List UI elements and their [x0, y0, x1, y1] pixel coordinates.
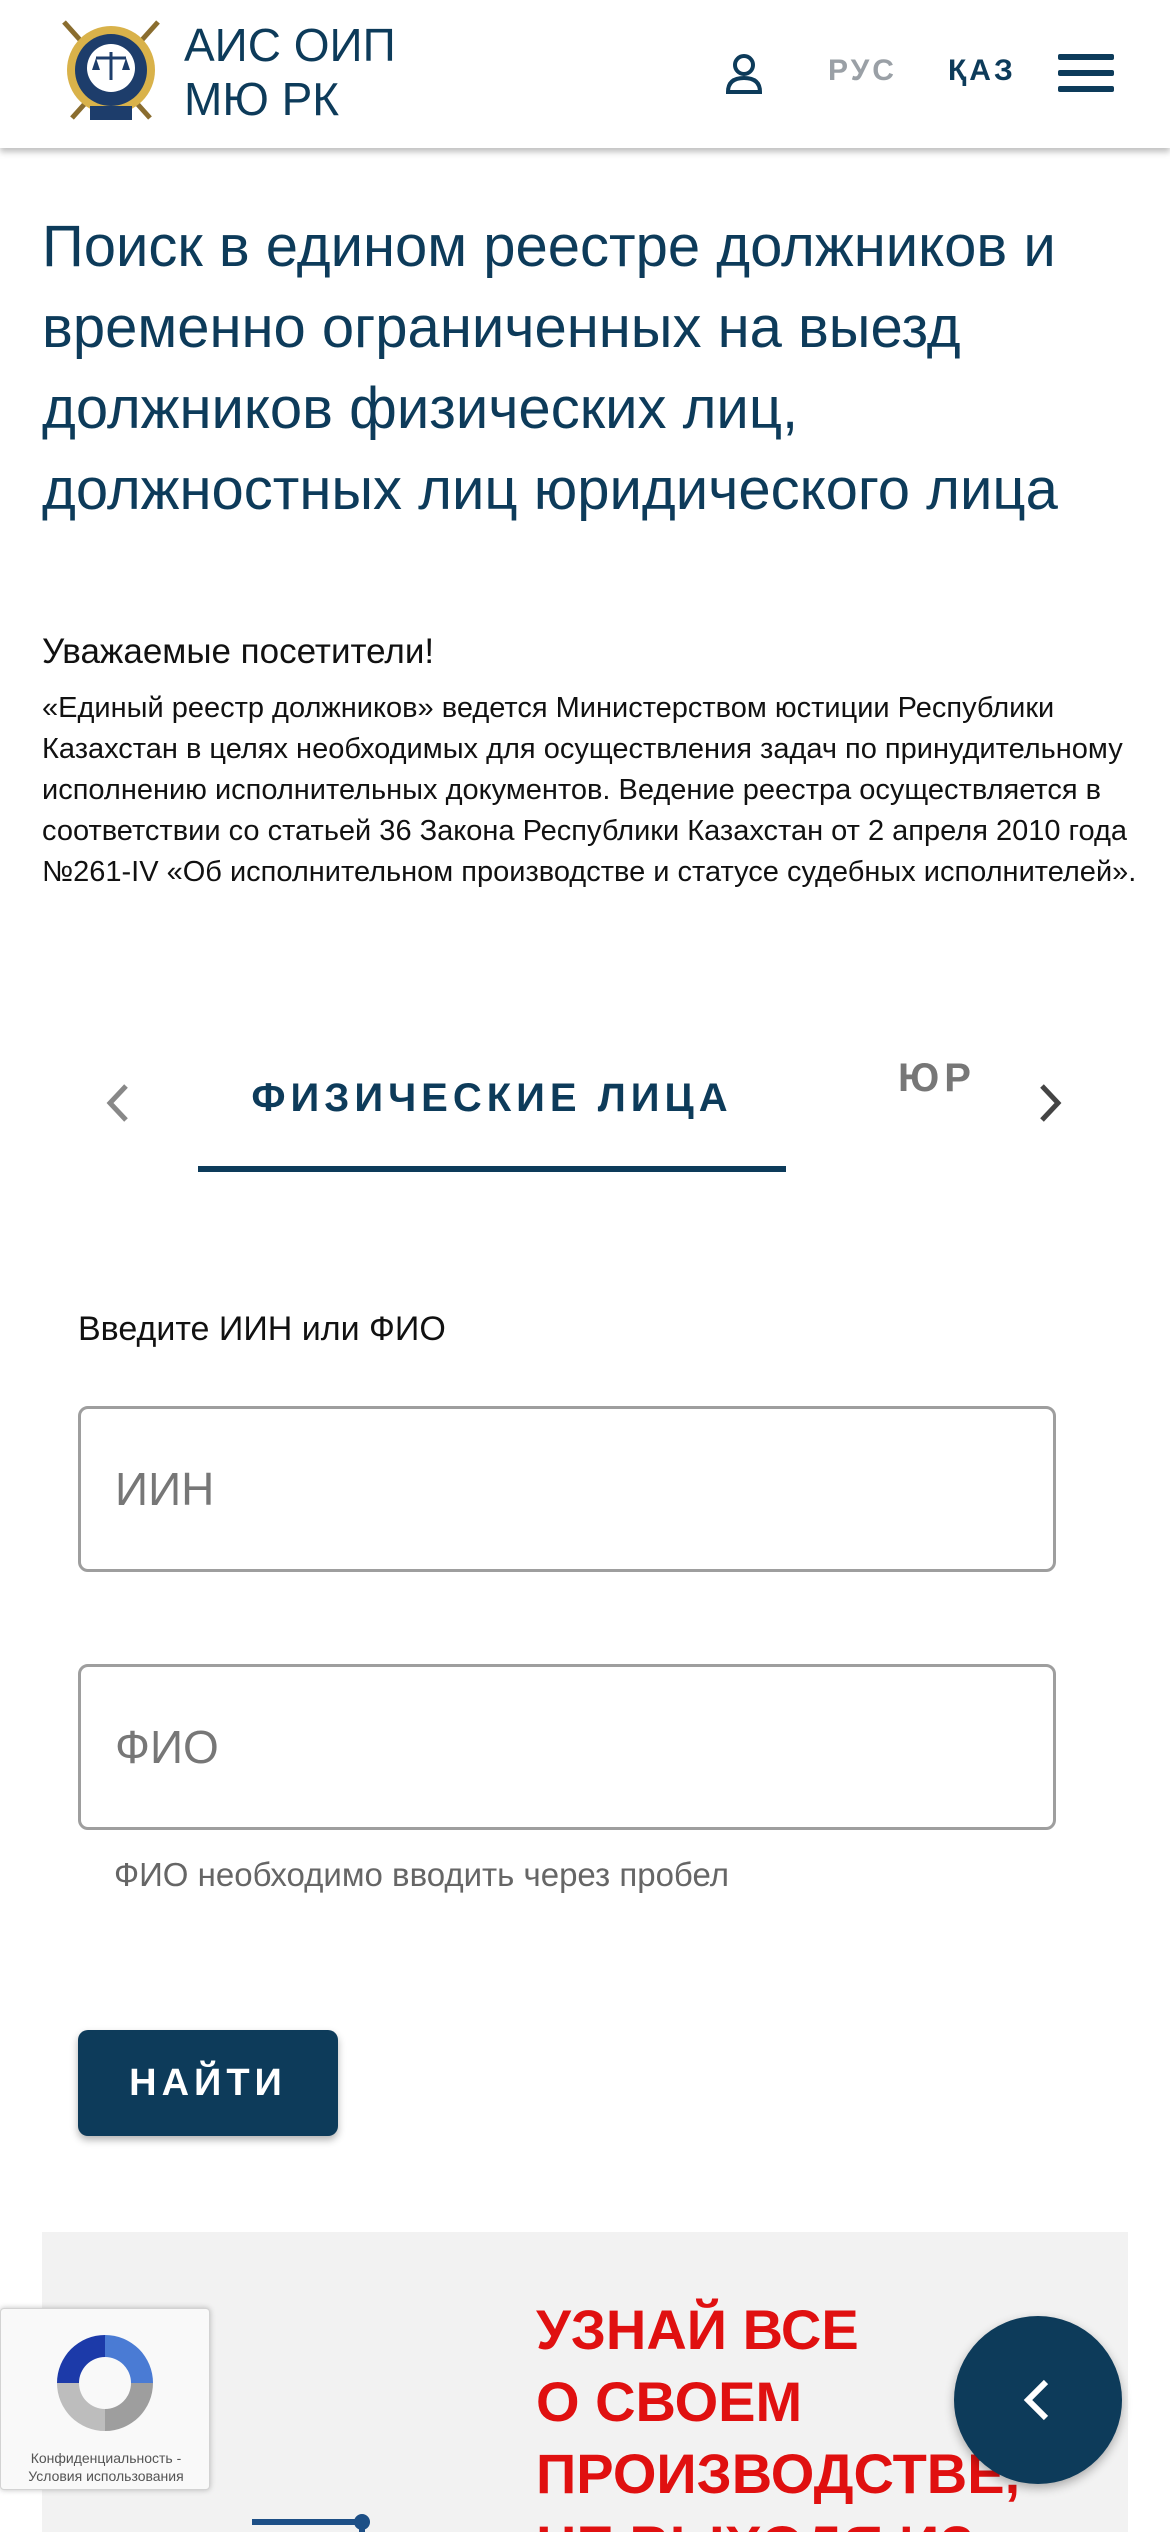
- recaptcha-links[interactable]: Конфиденциальность - Условия использован…: [5, 2449, 207, 2485]
- brand-line-2: МЮ РК: [184, 73, 340, 125]
- tab-individuals[interactable]: ФИЗИЧЕСКИЕ ЛИЦА: [198, 1076, 786, 1121]
- fio-helper-text: ФИО необходимо вводить через пробел: [114, 1856, 729, 1893]
- fio-input[interactable]: [78, 1664, 1056, 1830]
- chevron-left-icon: [1023, 2379, 1049, 2421]
- chevron-left-icon[interactable]: [100, 1080, 136, 1126]
- recaptcha-badge[interactable]: Конфиденциальность - Условия использован…: [0, 2308, 210, 2490]
- brand-line-1: АИС ОИП: [184, 19, 396, 71]
- hamburger-menu-icon[interactable]: [1058, 54, 1114, 94]
- promo-line-4: НЕ ВЫХОДЯ ИЗ: [536, 2510, 1096, 2532]
- promo-illustration: [202, 2492, 402, 2532]
- chevron-right-icon[interactable]: [1032, 1080, 1068, 1126]
- person-type-tabs: ФИЗИЧЕСКИЕ ЛИЦА ЮР: [0, 1020, 1170, 1180]
- search-form-label: Введите ИИН или ФИО: [78, 1310, 446, 1348]
- iin-input[interactable]: [78, 1406, 1056, 1572]
- greeting-text: Уважаемые посетители!: [42, 632, 435, 671]
- tab-legal-entities[interactable]: ЮР: [898, 1056, 976, 1101]
- language-rus-link[interactable]: РУС: [828, 54, 897, 88]
- back-floating-button[interactable]: [954, 2316, 1122, 2484]
- ministry-emblem-icon[interactable]: [50, 14, 172, 128]
- recaptcha-icon: [47, 2325, 163, 2441]
- brand-title[interactable]: АИС ОИП МЮ РК: [184, 18, 396, 126]
- search-button[interactable]: НАЙТИ: [78, 2030, 338, 2136]
- intro-paragraph: «Единый реестр должников» ведется Минист…: [42, 692, 1137, 888]
- page-title: Поиск в едином реестре должников и време…: [42, 214, 1058, 522]
- app-header: АИС ОИП МЮ РК РУС ҚАЗ: [0, 0, 1170, 148]
- user-icon[interactable]: [724, 52, 764, 96]
- tab-active-indicator: [198, 1166, 786, 1172]
- language-kaz-link[interactable]: ҚАЗ: [948, 54, 1016, 88]
